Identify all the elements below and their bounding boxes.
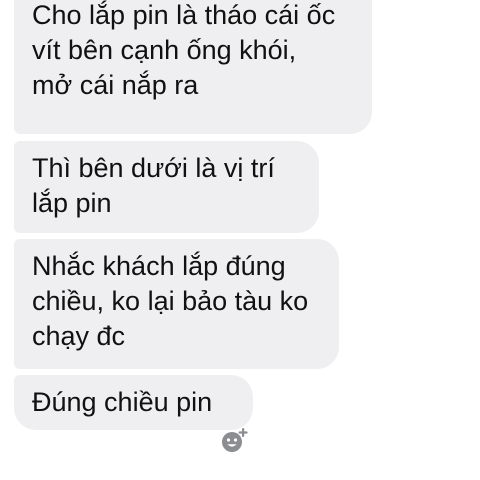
message-bubble[interactable]: Đúng chiều pin	[14, 375, 253, 430]
chat-thread: Cho lắp pin là tháo cái ốc vít bên cạnh …	[0, 0, 480, 480]
add-reaction-button[interactable]	[219, 426, 251, 454]
message-bubble[interactable]: Thì bên dưới là vị trí lắp pin	[14, 141, 319, 233]
message-bubble[interactable]: Cho lắp pin là tháo cái ốc vít bên cạnh …	[14, 0, 372, 134]
message-bubble[interactable]: Nhắc khách lắp đúng chiều, ko lại bảo tà…	[14, 239, 339, 369]
add-reaction-smiley-icon	[222, 428, 248, 452]
